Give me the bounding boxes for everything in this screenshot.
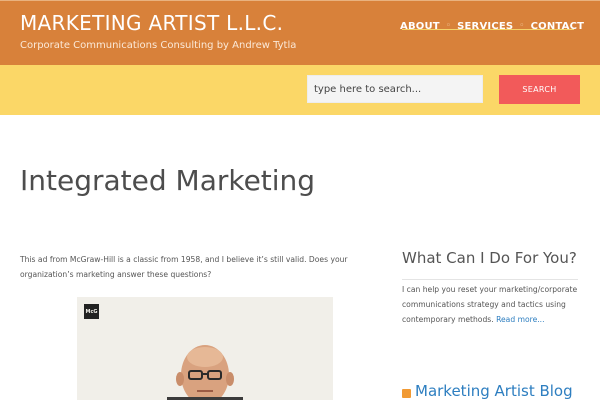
rss-icon[interactable] — [402, 388, 411, 398]
ad-photo-illustration — [167, 345, 243, 400]
nav-item-contact[interactable]: CONTACT — [531, 21, 585, 32]
vintage-ad-image: McG — [77, 297, 333, 400]
sidebar-divider — [402, 279, 578, 280]
site-tagline: Corporate Communications Consulting by A… — [20, 40, 297, 51]
intro-paragraph: This ad from McGraw-Hill is a classic fr… — [20, 255, 348, 279]
nav-separator: ◦ — [445, 21, 452, 31]
sidebar-heading: What Can I Do For You? — [402, 249, 577, 267]
blog-link[interactable]: Marketing Artist Blog — [415, 382, 573, 400]
site-title[interactable]: MARKETING ARTIST L.L.C. — [20, 11, 283, 35]
nav-item-services[interactable]: SERVICES — [457, 21, 513, 32]
page-title: Integrated Marketing — [20, 164, 316, 197]
nav-item-about[interactable]: ABOUT — [400, 21, 440, 32]
sidebar-description: I can help you reset your marketing/corp… — [402, 285, 578, 324]
blog-heading: Marketing Artist Blog — [402, 382, 573, 400]
nav-separator: ◦ — [519, 21, 525, 31]
search-input[interactable] — [307, 75, 483, 103]
search-bar: SEARCH — [0, 65, 600, 115]
site-header: MARKETING ARTIST L.L.C. Corporate Commun… — [0, 0, 600, 65]
read-more-link[interactable]: Read more... — [496, 315, 544, 324]
sidebar-text: I can help you reset your marketing/corp… — [402, 282, 587, 327]
search-button[interactable]: SEARCH — [499, 75, 580, 104]
main-nav: ABOUT ◦ SERVICES ◦ CONTACT — [400, 18, 584, 34]
